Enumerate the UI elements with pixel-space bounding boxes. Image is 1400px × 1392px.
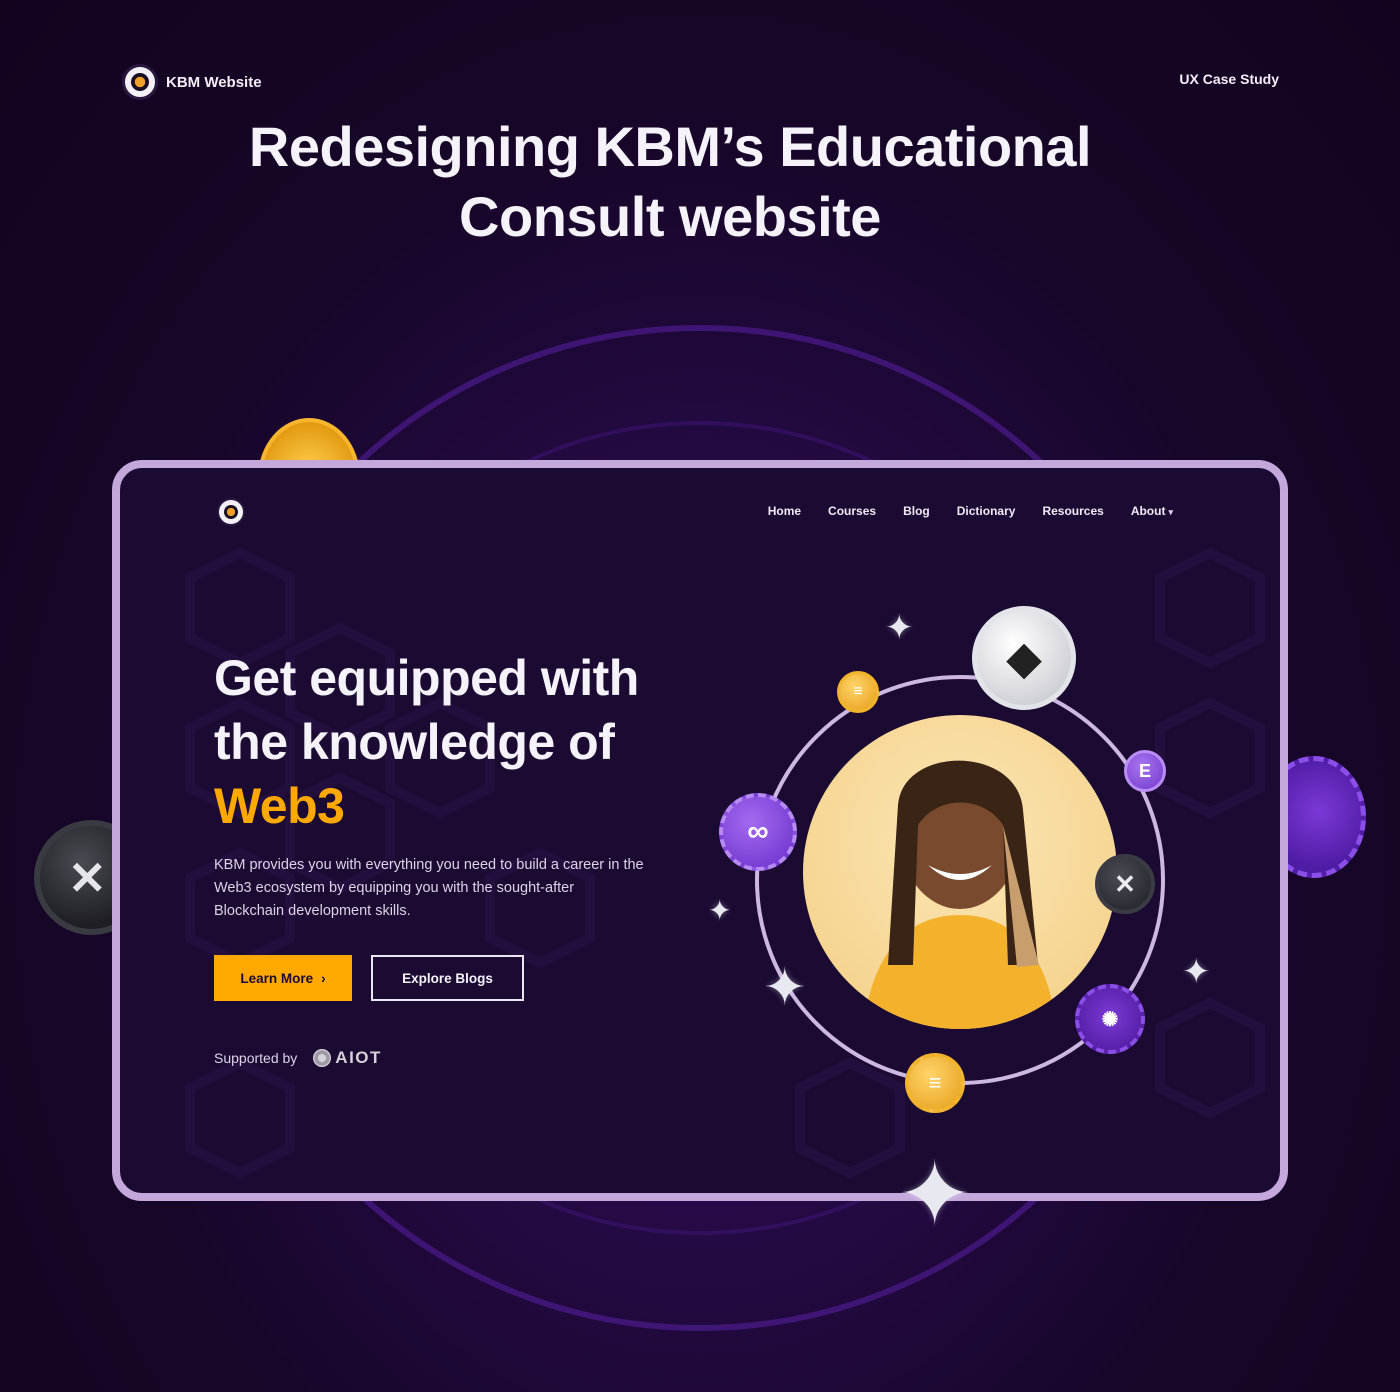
polygon-coin-icon: ∞	[719, 793, 797, 871]
learn-more-label: Learn More	[240, 970, 314, 986]
case-study-label: UX Case Study	[1179, 71, 1279, 87]
aiot-logo-text: AIOT	[335, 1048, 382, 1067]
xrp-coin-icon: ✕	[1095, 854, 1155, 914]
hero-headline-line1: Get equipped with	[214, 650, 639, 706]
nav-item-blog[interactable]: Blog	[903, 504, 930, 518]
sparkle-star-icon: ✦	[897, 1145, 973, 1245]
site-navbar: Home Courses Blog Dictionary Resources A…	[120, 468, 1280, 548]
kbm-logo-icon	[122, 64, 158, 100]
hero-headline-line2: the knowledge of	[214, 714, 615, 770]
nav-item-resources[interactable]: Resources	[1042, 504, 1103, 518]
page-title: Redesigning KBM’s Educational Consult we…	[0, 112, 1340, 252]
nav-item-courses[interactable]: Courses	[828, 504, 876, 518]
brand-label: KBM Website	[166, 73, 262, 91]
supported-by: Supported by AIOT	[214, 1048, 382, 1068]
sparkle-star-icon: ✦	[708, 895, 732, 926]
sparkle-star-icon: ✦	[1182, 953, 1211, 991]
nav-item-about-label: About	[1130, 504, 1166, 518]
explore-blogs-button[interactable]: Explore Blogs	[371, 955, 524, 1001]
supported-label: Supported by	[214, 1050, 298, 1066]
enjin-coin-icon: E	[1124, 750, 1166, 792]
aiot-logo-icon	[313, 1049, 332, 1067]
nav-links: Home Courses Blog Dictionary Resources A…	[768, 504, 1173, 518]
nav-item-about[interactable]: About ▾	[1131, 504, 1173, 518]
cardano-coin-icon: ✺	[1075, 984, 1145, 1054]
hero-headline-accent: Web3	[214, 778, 345, 834]
website-preview-frame: Home Courses Blog Dictionary Resources A…	[112, 460, 1288, 1201]
learn-more-button[interactable]: Learn More ›	[214, 955, 352, 1001]
sparkle-star-icon: ✦	[763, 959, 807, 1017]
chevron-down-icon: ▾	[1168, 507, 1173, 517]
student-portrait	[803, 715, 1117, 1029]
ethereum-coin-icon: ◆	[972, 606, 1076, 710]
sparkle-star-icon: ✦	[885, 609, 914, 647]
page-title-line1: Redesigning KBM’s Educational	[248, 115, 1092, 178]
top-brand: KBM Website	[122, 64, 262, 100]
nav-item-home[interactable]: Home	[768, 504, 801, 518]
solana-coin-icon: ≡	[837, 671, 879, 713]
page-title-line2: Consult website	[459, 185, 881, 248]
kbm-logo-icon[interactable]	[217, 498, 245, 526]
hero-description: KBM provides you with everything you nee…	[214, 857, 644, 919]
aiot-logo: AIOT	[313, 1048, 382, 1068]
nav-item-dictionary[interactable]: Dictionary	[957, 504, 1016, 518]
solana-coin-icon: ≡	[905, 1053, 965, 1113]
chevron-right-icon: ›	[321, 970, 326, 986]
hero-headline: Get equipped with the knowledge of Web3	[214, 646, 639, 838]
